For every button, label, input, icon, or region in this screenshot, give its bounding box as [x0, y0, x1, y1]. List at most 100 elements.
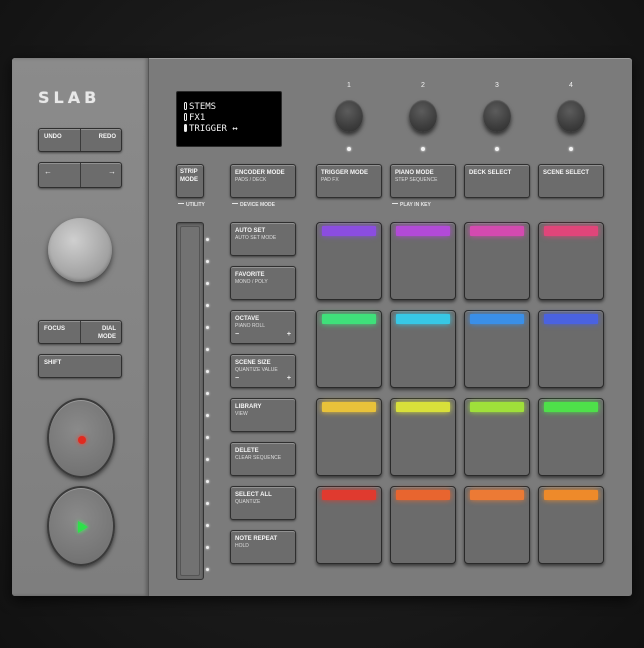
knob-4[interactable] — [557, 100, 585, 132]
octave-button[interactable]: OCTAVE PIANO ROLL − + — [230, 310, 296, 344]
shift-button[interactable]: SHIFT — [38, 354, 122, 378]
pad-r2-c4[interactable] — [538, 310, 604, 388]
knob-1[interactable] — [335, 100, 363, 132]
left-panel: SLAB UNDO REDO ← → FOCUS DIAL MODE SHIFT — [12, 58, 149, 596]
pad-r4-c4[interactable] — [538, 486, 604, 564]
pad-led — [322, 226, 376, 236]
encoder-mode-button[interactable]: ENCODER MODE PADS / DECK — [230, 164, 296, 198]
nav-arrows: ← → — [38, 162, 122, 188]
marker-icon — [184, 102, 187, 110]
pad-led — [544, 226, 598, 236]
select-all-button[interactable]: SELECT ALL QUANTIZE — [230, 486, 296, 520]
strip-led — [206, 282, 209, 285]
strip-mode-line2: MODE — [180, 177, 198, 183]
focus-button[interactable]: FOCUS — [39, 321, 80, 343]
dial-mode-button[interactable]: DIAL MODE — [79, 321, 122, 343]
piano-mode-sub: STEP SEQUENCE — [395, 177, 438, 183]
trigger-mode-sub: PAD FX — [321, 177, 339, 183]
knob-2-led — [421, 147, 425, 151]
pad-led — [470, 226, 524, 236]
pad-led — [396, 226, 450, 236]
pad-r3-c1[interactable] — [316, 398, 382, 476]
strip-led — [206, 568, 209, 571]
display-line-2-text: FX1 — [189, 113, 206, 123]
scene-select-button[interactable]: SCENE SELECT — [538, 164, 604, 198]
knob-4-led — [569, 147, 573, 151]
play-button[interactable] — [47, 486, 115, 566]
deck-select-button[interactable]: DECK SELECT — [464, 164, 530, 198]
strip-led — [206, 326, 209, 329]
nav-left-button[interactable]: ← — [39, 163, 80, 187]
knob-2[interactable] — [409, 100, 437, 132]
dash-icon — [232, 203, 238, 204]
display-line-2: FX1 — [184, 113, 205, 123]
pad-r4-c2[interactable] — [390, 486, 456, 564]
redo-label: REDO — [98, 134, 116, 140]
trigger-mode-button[interactable]: TRIGGER MODE PAD FX — [316, 164, 382, 198]
note-repeat-button[interactable]: NOTE REPEAT HOLD — [230, 530, 296, 564]
pad-r2-c2[interactable] — [390, 310, 456, 388]
redo-button[interactable]: REDO — [79, 129, 122, 151]
strip-mode-button[interactable]: STRIP MODE — [176, 164, 204, 198]
favorite-button[interactable]: FAVORITE MONO / POLY — [230, 266, 296, 300]
strip-mode-line1: STRIP — [180, 169, 198, 175]
undo-label: UNDO — [44, 134, 62, 140]
plus-icon: + — [286, 375, 291, 382]
pad-r1-c3[interactable] — [464, 222, 530, 300]
pad-led — [396, 490, 450, 500]
undo-button[interactable]: UNDO — [39, 129, 80, 151]
strip-led — [206, 546, 209, 549]
trigger-mode-title: TRIGGER MODE — [321, 170, 369, 176]
oled-display: STEMS FX1 TRIGGER ↔ — [176, 91, 282, 147]
scene-size-button[interactable]: SCENE SIZE QUANTIZE VALUE − + — [230, 354, 296, 388]
delete-button[interactable]: DELETE CLEAR SEQUENCE — [230, 442, 296, 476]
marker-icon — [184, 113, 187, 121]
pad-r3-c2[interactable] — [390, 398, 456, 476]
minus-icon: − — [235, 375, 240, 382]
strip-led — [206, 260, 209, 263]
encoder-mode-title: ENCODER MODE — [235, 170, 285, 176]
piano-mode-button[interactable]: PIANO MODE STEP SEQUENCE — [390, 164, 456, 198]
main-encoder-knob[interactable] — [48, 218, 112, 282]
piano-mode-title: PIANO MODE — [395, 170, 434, 176]
auto-set-sub: AUTO SET MODE — [235, 235, 277, 241]
touch-strip[interactable] — [176, 222, 204, 580]
record-icon — [78, 436, 86, 444]
knob-3[interactable] — [483, 100, 511, 132]
pad-r2-c3[interactable] — [464, 310, 530, 388]
favorite-sub: MONO / POLY — [235, 279, 268, 285]
utility-label-text: UTILITY — [186, 202, 205, 208]
dash-icon — [392, 203, 398, 204]
pad-led — [322, 402, 376, 412]
device-mode-label: DEVICE MODE — [232, 202, 275, 208]
display-line-3-text: TRIGGER ↔ — [189, 124, 238, 134]
pad-r3-c3[interactable] — [464, 398, 530, 476]
arrow-right-icon: → — [108, 167, 116, 176]
play-icon — [78, 521, 88, 533]
marker-filled-icon — [184, 124, 187, 132]
knob-2-number: 2 — [421, 82, 425, 89]
knob-3-number: 3 — [495, 82, 499, 89]
pad-r4-c1[interactable] — [316, 486, 382, 564]
pad-r4-c3[interactable] — [464, 486, 530, 564]
pad-r1-c4[interactable] — [538, 222, 604, 300]
pad-r1-c2[interactable] — [390, 222, 456, 300]
shift-label: SHIFT — [44, 360, 62, 366]
library-button[interactable]: LIBRARY VIEW — [230, 398, 296, 432]
auto-set-button[interactable]: AUTO SET AUTO SET MODE — [230, 222, 296, 256]
auto-set-title: AUTO SET — [235, 228, 266, 234]
library-title: LIBRARY — [235, 404, 262, 410]
scene-size-title: SCENE SIZE — [235, 360, 271, 366]
delete-sub: CLEAR SEQUENCE — [235, 455, 282, 461]
pad-led — [396, 402, 450, 412]
pad-led — [544, 314, 598, 324]
pad-led — [470, 402, 524, 412]
knob-4-number: 4 — [569, 82, 573, 89]
nav-right-button[interactable]: → — [79, 163, 122, 187]
record-button[interactable] — [47, 398, 115, 478]
pad-r3-c4[interactable] — [538, 398, 604, 476]
pad-r2-c1[interactable] — [316, 310, 382, 388]
display-line-3: TRIGGER ↔ — [184, 124, 238, 134]
pad-r1-c1[interactable] — [316, 222, 382, 300]
delete-title: DELETE — [235, 448, 259, 454]
